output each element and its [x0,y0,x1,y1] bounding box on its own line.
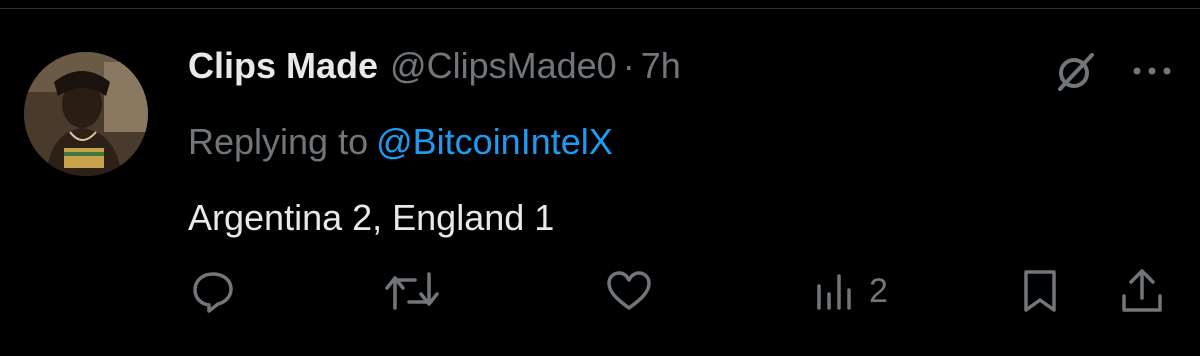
tweet-content: Clips Made @ClipsMade0 · 7h Replying to @… [188,45,1188,238]
user-handle[interactable]: @ClipsMade0 [390,45,617,87]
tweet-actions: 2 [0,263,1200,319]
reply-icon [193,272,233,313]
more-icon [1133,67,1171,75]
tweet-text: Argentina 2, England 1 [188,197,555,238]
tweet-header: Clips Made @ClipsMade0 · 7h [188,45,1188,91]
bookmark-icon [1024,270,1056,312]
tweet-card[interactable]: Clips Made @ClipsMade0 · 7h Replying to @… [0,9,1200,356]
display-name[interactable]: Clips Made [188,45,378,87]
heart-icon [607,271,651,310]
bookmark-button[interactable] [1020,263,1060,319]
share-icon [1122,269,1162,312]
views-icon [817,274,851,310]
share-button[interactable] [1120,263,1164,319]
grok-button[interactable] [1054,49,1098,93]
reply-to-handle[interactable]: @BitcoinIntelX [376,121,613,162]
retweet-icon [385,272,439,310]
retweet-button[interactable] [385,263,439,319]
tweet-top-icons [1054,49,1172,93]
reply-button[interactable] [190,263,236,319]
avatar-image [24,52,148,176]
timestamp[interactable]: 7h [641,45,681,87]
more-button[interactable] [1132,65,1172,77]
grok-icon [1058,53,1094,91]
separator-dot: · [622,45,635,86]
like-button[interactable] [605,263,653,319]
views-count: 2 [869,271,888,310]
replying-to-line: Replying to @BitcoinIntelX [188,121,613,163]
replying-to-label: Replying to [188,121,369,162]
avatar[interactable] [24,52,148,176]
views-button[interactable]: 2 [815,263,888,319]
